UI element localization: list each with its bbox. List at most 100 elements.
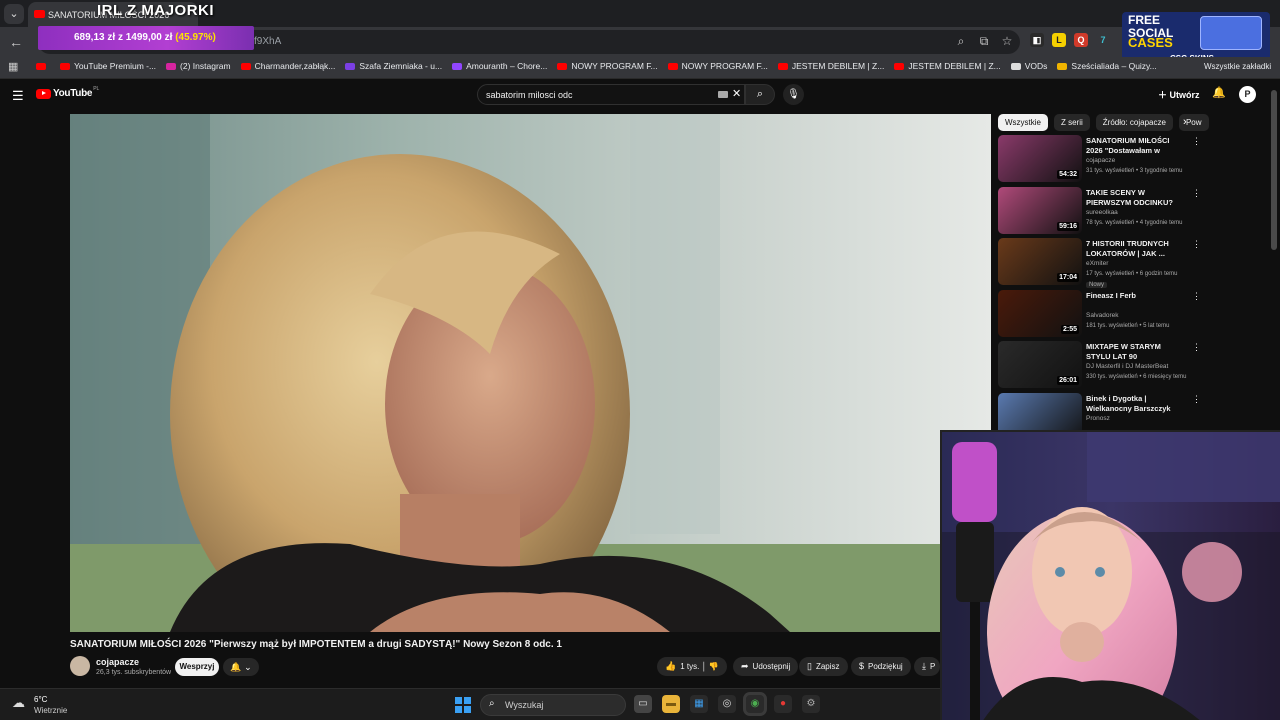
bookmark-item[interactable]: JESTEM DEBILEM | Z... [777, 61, 885, 71]
video-player[interactable] [70, 114, 991, 632]
steam-icon[interactable]: ◎ [718, 695, 736, 713]
bookmark-item[interactable]: Charmander,zabłąk... [240, 61, 335, 71]
share-button[interactable]: ➦ Udostępnij [733, 657, 799, 676]
scrollbar[interactable] [1271, 90, 1277, 250]
more-options-icon[interactable]: ⋮ [1192, 136, 1201, 147]
bookmark-item[interactable]: VODs [1010, 61, 1047, 71]
chrome-icon[interactable]: ◉ [746, 695, 764, 713]
search-input[interactable]: sabatorim milosci odc ✕ [477, 84, 745, 105]
bookmark-item[interactable]: Sześcialiada – Quizy... [1057, 61, 1157, 71]
search-button[interactable]: ⌕ [745, 84, 775, 105]
thanks-icon: $ [859, 661, 865, 671]
filter-chip[interactable]: Wszystkie [998, 114, 1048, 131]
apps-grid-icon[interactable]: ▦ [8, 61, 20, 73]
filter-chip[interactable]: Źródło: cojapacze [1095, 114, 1173, 131]
store-icon[interactable]: ▦ [690, 695, 708, 713]
avatar[interactable]: P [1239, 86, 1256, 103]
task-view-icon[interactable]: ▭ [634, 695, 652, 713]
windows-start-icon[interactable] [455, 697, 471, 713]
recommendation-thumbnail[interactable]: 17:04 [998, 238, 1082, 285]
cast-icon[interactable]: ⧉ [976, 31, 992, 51]
url-text: f9XhA [254, 36, 282, 47]
extension-icon[interactable]: ◧ [1030, 33, 1044, 47]
microphone-icon[interactable]: 🎙 [783, 84, 804, 105]
chevron-right-icon[interactable]: › [1183, 116, 1187, 128]
bookmark-item[interactable] [36, 61, 50, 71]
search-icon: ⌕ [489, 698, 495, 709]
weather-wind-icon[interactable]: ☁ [12, 695, 30, 713]
bookmark-item[interactable]: NOWY PROGRAM F... [667, 61, 768, 71]
bookmark-item[interactable]: Amouranth – Chore... [452, 61, 547, 71]
subscription-bell-button[interactable]: 🔔 ⌄ [223, 658, 259, 676]
bookmark-favicon-icon [240, 62, 251, 70]
more-options-icon[interactable]: ⋮ [1192, 188, 1201, 199]
recommendation-title[interactable]: Binek i Dygotka | Wielkanocny Barszczyk [1086, 394, 1186, 414]
recommendation-channel[interactable]: eXmiter [1086, 260, 1108, 267]
download-icon: ⤓ [922, 661, 926, 671]
recommendation-channel[interactable]: Salvadorek [1086, 312, 1119, 319]
bookmark-item[interactable]: (2) Instagram [166, 61, 231, 71]
recommendation-thumbnail[interactable]: 2:55 [998, 289, 1082, 337]
extension-icon[interactable]: 7 [1096, 33, 1110, 47]
recommendation-thumbnail[interactable]: 54:32 [998, 135, 1082, 182]
menu-icon[interactable]: ☰ [12, 88, 24, 104]
extension-icon[interactable]: L [1052, 33, 1066, 47]
extension-icon[interactable]: Q [1074, 33, 1088, 47]
weather-description[interactable]: Wietrznie [34, 706, 67, 715]
weather-temperature[interactable]: 6°C [34, 695, 47, 704]
more-options-icon[interactable]: ⋮ [1192, 291, 1201, 302]
bookmark-star-icon[interactable]: ☆ [999, 31, 1015, 51]
ad-line2: CASES [1128, 35, 1173, 50]
recommendation-item[interactable]: 54:32 SANATORIUM MIŁOŚCI 2026 "Dostawałam… [998, 134, 1203, 184]
bookmark-item[interactable]: JESTEM DEBILEM | Z... [894, 61, 1001, 71]
more-options-icon[interactable]: ⋮ [1192, 394, 1201, 405]
filter-chip[interactable]: Z serii [1054, 114, 1090, 131]
zoom-icon[interactable]: ⌕ [953, 31, 969, 51]
thanks-button[interactable]: $ Podziękuj [851, 657, 911, 676]
recommendation-channel[interactable]: cojapacze [1086, 157, 1115, 164]
create-button[interactable]: ＋ Utwórz [1158, 88, 1200, 101]
recommendation-title[interactable]: Fineasz I Ferb [1086, 291, 1186, 301]
settings-gear-icon[interactable]: ⚙ [802, 695, 820, 713]
bookmark-item[interactable]: YouTube Premium -... [60, 61, 156, 71]
notifications-bell-icon[interactable]: 🔔 [1212, 86, 1226, 99]
recommendation-item[interactable]: 2:55 Fineasz I Ferb Salvadorek 181 tys. wyś… [998, 289, 1203, 339]
file-explorer-icon[interactable]: ▬ [662, 695, 680, 713]
recommendation-thumbnail[interactable]: 26:01 [998, 341, 1082, 388]
bookmark-item[interactable]: Szafa Ziemniaka - u... [345, 61, 442, 71]
clear-search-icon[interactable]: ✕ [732, 87, 741, 100]
recommendation-title[interactable]: MIXTAPE W STARYM STYLU LAT 90 [1086, 342, 1186, 362]
support-button[interactable]: Wesprzyj [175, 658, 219, 676]
back-arrow-icon[interactable]: ← [6, 32, 26, 52]
keyboard-icon[interactable] [718, 91, 728, 98]
like-count: 1 tys. [680, 662, 700, 671]
bookmark-label: JESTEM DEBILEM | Z... [791, 61, 885, 71]
like-button[interactable]: 👍 1 tys. │ 👎 [657, 657, 727, 676]
taskbar-search-input[interactable]: ⌕ Wyszukaj [480, 694, 626, 716]
recommendation-channel[interactable]: DJ Masterfil i DJ MasterBeat [1086, 363, 1168, 370]
recommendation-item[interactable]: 26:01 MIXTAPE W STARYM STYLU LAT 90 DJ Mas… [998, 340, 1203, 390]
recommendation-channel[interactable]: Pronosz [1086, 415, 1110, 422]
recommendation-channel[interactable]: sureeolkaa [1086, 209, 1118, 216]
stream-overlay-title: IRL Z MAJORKI [97, 2, 215, 19]
download-button[interactable]: ⤓ P [914, 657, 940, 676]
recommendation-title[interactable]: SANATORIUM MIŁOŚCI 2026 "Dostawałam w MO… [1086, 136, 1186, 156]
obs-icon[interactable]: ● [774, 695, 792, 713]
youtube-logo[interactable]: YouTube PL [36, 86, 99, 99]
more-options-icon[interactable]: ⋮ [1192, 239, 1201, 250]
channel-name[interactable]: cojapacze [96, 657, 139, 667]
tab-search-dropdown-button[interactable]: ⌄ [4, 4, 24, 24]
bookmark-favicon-icon [166, 62, 177, 70]
channel-avatar[interactable] [70, 656, 90, 676]
recommendation-item[interactable]: 59:16 TAKIE SCENY W PIERWSZYM ODCINKU? UC… [998, 186, 1203, 236]
bookmark-item[interactable]: NOWY PROGRAM F... [557, 61, 658, 71]
thumbs-down-icon[interactable]: 👎 [709, 662, 719, 671]
recommendation-title[interactable]: 7 HISTORII TRUDNYCH LOKATORÓW | JAK ... [1086, 239, 1186, 259]
recommendation-title[interactable]: TAKIE SCENY W PIERWSZYM ODCINKU? UCZESTN… [1086, 188, 1186, 208]
save-button[interactable]: ▯ Zapisz [799, 657, 848, 676]
recommendation-thumbnail[interactable]: 59:16 [998, 186, 1082, 234]
recommendation-item[interactable]: 17:04 7 HISTORII TRUDNYCH LOKATORÓW | JAK… [998, 237, 1203, 288]
all-bookmarks-link[interactable]: Wszystkie zakładki [1204, 62, 1271, 71]
bookmark-favicon-icon [1057, 62, 1068, 70]
more-options-icon[interactable]: ⋮ [1192, 342, 1201, 353]
